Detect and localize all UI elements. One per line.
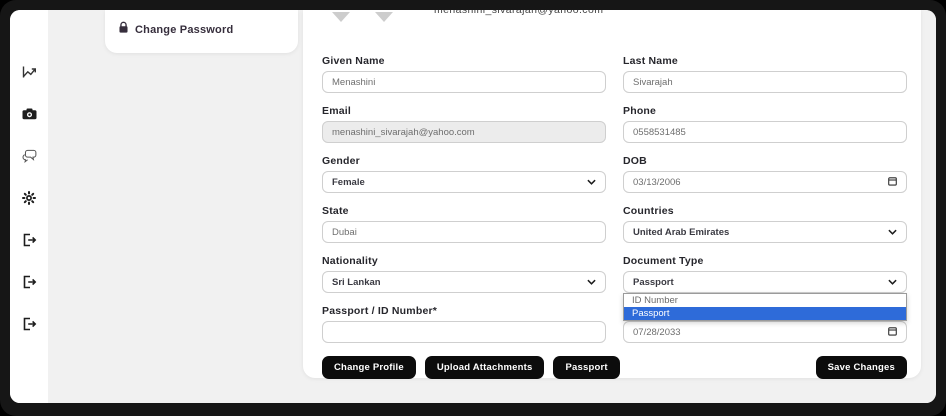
countries-label: Countries [623,205,907,217]
dob-date-input[interactable]: 03/13/2006 [623,171,907,193]
field-phone: Phone [623,105,907,143]
sidebar [10,10,48,403]
countries-value: United Arab Emirates [633,227,729,238]
gender-select[interactable]: Female [322,171,606,193]
passport-id-input[interactable] [322,321,606,343]
collapsed-caret-icon[interactable] [375,12,393,22]
state-label: State [322,205,606,217]
field-gender: Gender Female [322,155,606,193]
calendar-icon[interactable] [888,176,897,189]
change-password-card[interactable]: Change Password [105,10,298,53]
given-name-label: Given Name [322,55,606,67]
passport-id-label: Passport / ID Number* [322,305,606,317]
chevron-down-icon [587,277,596,288]
gender-value: Female [332,177,365,188]
email-input [322,121,606,143]
chart-icon[interactable] [22,64,37,79]
email-label: Email [322,105,606,117]
field-nationality: Nationality Sri Lankan [322,255,606,293]
lock-icon [118,21,129,39]
phone-input[interactable] [623,121,907,143]
phone-label: Phone [623,105,907,117]
dob-label: DOB [623,155,907,167]
given-name-input[interactable] [322,71,606,93]
form-card-header: menashini_sivarajah@yahoo.com [322,10,907,40]
field-given-name: Given Name [322,55,606,93]
chevron-down-icon [888,227,897,238]
passport-button[interactable]: Passport [553,356,619,379]
field-document-type: Document Type Passport ID Number Passpor… [623,255,907,293]
field-email: Email [322,105,606,143]
field-last-name: Last Name [623,55,907,93]
last-name-input[interactable] [623,71,907,93]
chat-icon[interactable] [22,148,37,163]
field-countries: Countries United Arab Emirates [623,205,907,243]
last-name-label: Last Name [623,55,907,67]
change-profile-button[interactable]: Change Profile [322,356,416,379]
dropdown-option-passport[interactable]: Passport [624,307,906,320]
gender-label: Gender [322,155,606,167]
camera-icon[interactable] [22,106,37,121]
app-window: Change Password menashini_sivarajah@yaho… [10,10,936,403]
form-actions: Change Profile Upload Attachments Passpo… [322,356,907,379]
nationality-select[interactable]: Sri Lankan [322,271,606,293]
nationality-value: Sri Lankan [332,277,381,288]
expiry-date-value: 07/28/2033 [633,327,681,338]
save-changes-button[interactable]: Save Changes [816,356,907,379]
header-email-text: menashini_sivarajah@yahoo.com [434,10,603,16]
main-content: Change Password menashini_sivarajah@yaho… [48,10,936,403]
dropdown-option-id-number[interactable]: ID Number [624,294,906,307]
upload-attachments-button[interactable]: Upload Attachments [425,356,545,379]
countries-select[interactable]: United Arab Emirates [623,221,907,243]
chevron-down-icon [587,177,596,188]
profile-form-grid: Given Name Last Name Email Phone [322,55,907,343]
collapsed-caret-icon[interactable] [332,12,350,22]
nationality-label: Nationality [322,255,606,267]
field-dob: DOB 03/13/2006 [623,155,907,193]
calendar-icon[interactable] [888,326,897,339]
expiry-date-input[interactable]: 07/28/2033 [623,321,907,343]
field-passport-id: Passport / ID Number* [322,305,606,343]
profile-form-card: menashini_sivarajah@yahoo.com Given Name… [303,10,921,378]
field-state: State [322,205,606,243]
app-frame: Change Password menashini_sivarajah@yaho… [0,0,946,416]
document-type-select[interactable]: Passport [623,271,907,293]
logout-icon[interactable] [22,316,37,331]
state-input[interactable] [322,221,606,243]
document-type-label: Document Type [623,255,907,267]
settings-gear-icon[interactable] [22,190,37,205]
document-type-value: Passport [633,277,674,288]
change-password-label: Change Password [135,24,233,36]
document-type-dropdown: ID Number Passport [623,293,907,321]
dob-value: 03/13/2006 [633,177,681,188]
logout-icon[interactable] [22,274,37,289]
logout-icon[interactable] [22,232,37,247]
chevron-down-icon [888,277,897,288]
